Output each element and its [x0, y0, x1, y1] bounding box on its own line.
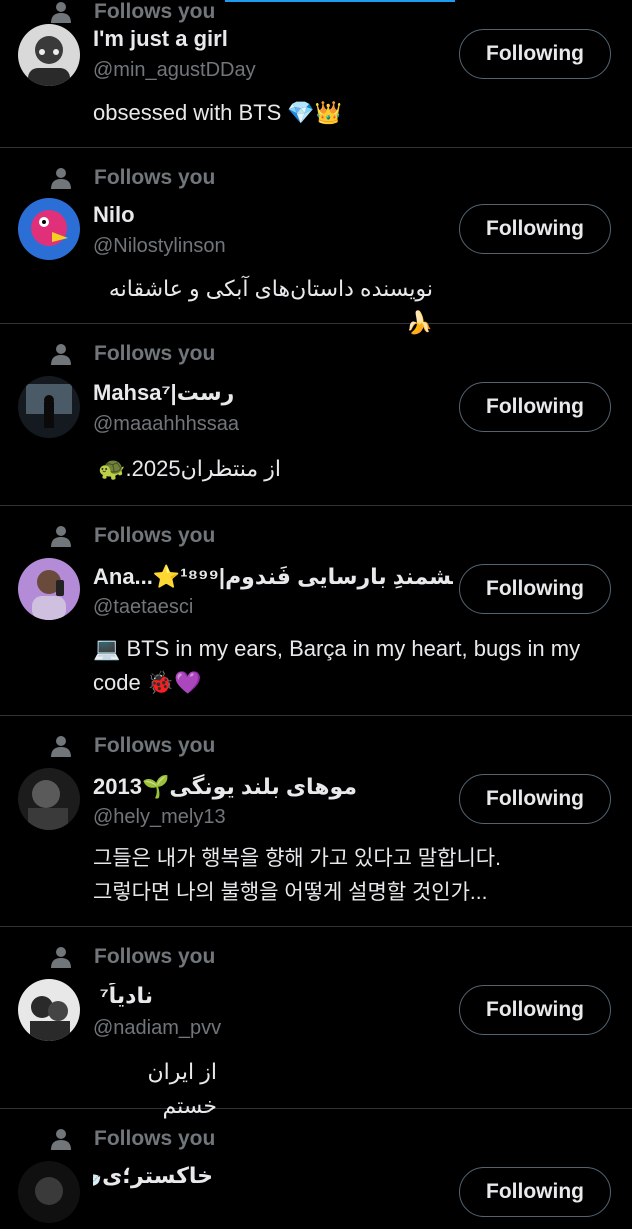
username[interactable]: @nadiam_pvv — [93, 1017, 221, 1040]
avatar[interactable] — [18, 376, 80, 438]
person-icon — [50, 1, 72, 23]
user-row[interactable]: Follows you Nilo @Nilostylinson Followin… — [0, 148, 632, 335]
follows-you-label: Follows you — [50, 734, 215, 758]
person-icon — [50, 1128, 72, 1150]
user-row[interactable]: Follows you موهای بلند یونگی🌱2013 @hely_… — [0, 716, 632, 927]
bio: 💻 BTS in my ears, Barça in my heart, bug… — [93, 636, 581, 695]
avatar[interactable] — [18, 24, 80, 86]
person-icon — [50, 946, 72, 968]
bio: 그들은 내가 행복을 향해 가고 있다고 말합니다. 그렇다면 나의 불행을 어… — [93, 847, 501, 904]
user-row[interactable]: Follows you خاکستر؛ی🦢 Following — [0, 1109, 632, 1229]
display-name[interactable]: خاکستر؛ی🦢 — [93, 1163, 213, 1189]
avatar[interactable] — [18, 979, 80, 1041]
person-icon — [50, 525, 72, 547]
following-button[interactable]: Following — [459, 204, 611, 254]
username[interactable]: @taetaesci — [93, 596, 193, 619]
display-name[interactable]: موهای بلند یونگی🌱2013 — [93, 774, 357, 800]
username[interactable]: @hely_mely13 — [93, 806, 226, 829]
following-button[interactable]: Following — [459, 382, 611, 432]
bio: obsessed with BTS 💎👑 — [93, 100, 343, 125]
follows-you-label: Follows you — [50, 524, 215, 548]
username[interactable]: @maaahhhssaa — [93, 413, 239, 436]
follows-you-label: Follows you — [50, 945, 215, 969]
user-row[interactable]: Follows you نادیاً⁷ @nadiam_pvv Followin… — [0, 927, 632, 1118]
follows-you-label: Follows you — [50, 342, 215, 366]
display-name[interactable]: I'm just a girl — [93, 26, 228, 52]
following-button[interactable]: Following — [459, 985, 611, 1035]
follows-you-label: Follows you — [50, 1127, 215, 1151]
username[interactable]: @min_agustDDay — [93, 59, 256, 82]
user-row[interactable]: Follows you I'm just a girl @min_agustDD… — [0, 0, 632, 148]
person-icon — [50, 735, 72, 757]
display-name[interactable]: نادیاً⁷ — [93, 983, 153, 1009]
following-button[interactable]: Following — [459, 1167, 611, 1217]
display-name[interactable]: Mahsa⁷|رست — [93, 380, 234, 406]
follows-you-label: Follows you — [50, 166, 215, 190]
user-row[interactable]: Follows you Mahsa⁷|رست @maaahhhssaa Foll… — [0, 324, 632, 506]
username[interactable]: @Nilostylinson — [93, 235, 226, 258]
avatar[interactable] — [18, 768, 80, 830]
following-button[interactable]: Following — [459, 774, 611, 824]
person-icon — [50, 343, 72, 365]
follows-you-label: Follows you — [50, 0, 215, 24]
avatar[interactable] — [18, 1161, 80, 1223]
following-button[interactable]: Following — [459, 564, 611, 614]
avatar[interactable] — [18, 558, 80, 620]
follower-list: Follows you I'm just a girl @min_agustDD… — [0, 0, 632, 1229]
person-icon — [50, 167, 72, 189]
display-name[interactable]: Ana...⭐¹⁸⁹⁹|دانشمندِ بارسایی فَندوم• — [93, 564, 453, 590]
bio: از منتظران2025.🐢 — [98, 456, 281, 481]
avatar[interactable] — [18, 198, 80, 260]
following-button[interactable]: Following — [459, 29, 611, 79]
display-name[interactable]: Nilo — [93, 202, 135, 228]
user-row[interactable]: Follows you Ana...⭐¹⁸⁹⁹|دانشمندِ بارسایی… — [0, 506, 632, 716]
